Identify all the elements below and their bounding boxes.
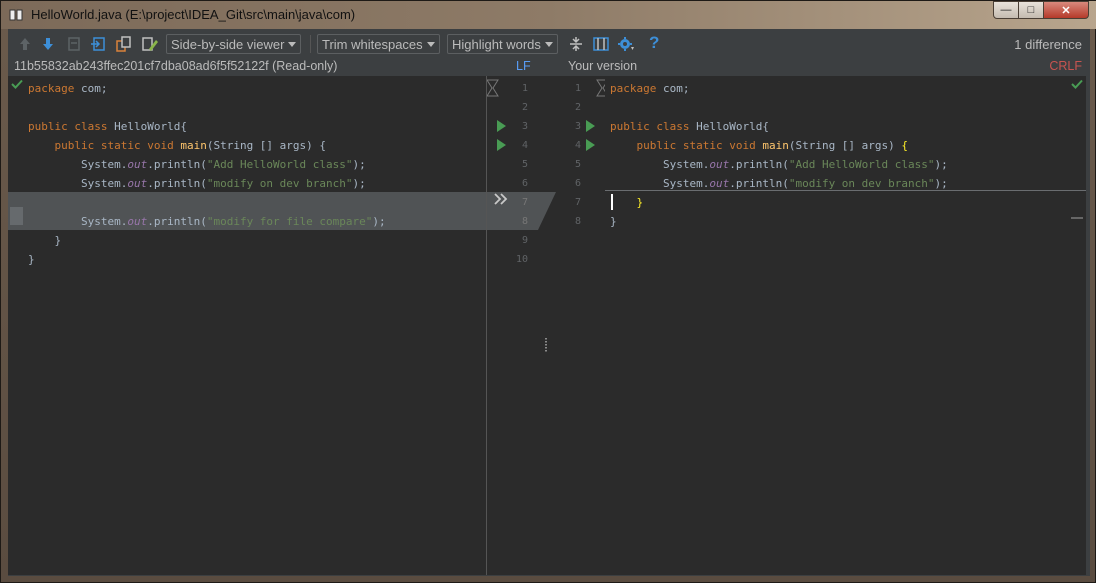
settings-gear-icon[interactable] — [617, 35, 635, 53]
edit-source-icon[interactable] — [141, 35, 159, 53]
code-line: System.out.println("Add HelloWorld class… — [610, 158, 948, 171]
left-line-number: 9 — [521, 235, 528, 246]
code-line: public static void main(String [] args) … — [610, 139, 909, 152]
text-caret — [611, 194, 613, 210]
code-line: } — [610, 215, 617, 228]
code-line: public static void main(String [] args) … — [28, 139, 327, 152]
code-line: System.out.println("modify on dev branch… — [610, 177, 948, 190]
sync-scroll-icon[interactable] — [592, 35, 610, 53]
status-strip — [8, 575, 1090, 576]
diff-gutter: 1 2 3 4 5 6 7 8 9 10 1 2 3 4 5 6 7 8 — [486, 76, 605, 575]
code-line: public class HelloWorld{ — [610, 120, 769, 133]
left-line-number: 1 — [521, 83, 528, 94]
code-line: } — [28, 234, 62, 247]
diff-app-icon — [9, 9, 23, 21]
left-line-number: 3 — [521, 121, 528, 132]
code-line: } — [610, 196, 644, 209]
right-line-number: 5 — [574, 159, 581, 170]
toolbar-separator — [310, 35, 311, 53]
right-line-separator[interactable]: CRLF — [1049, 59, 1082, 76]
apply-change-icon[interactable] — [497, 120, 506, 132]
scroll-marker — [1071, 217, 1083, 219]
apply-change-icon[interactable] — [497, 139, 506, 151]
apply-chevron-icon[interactable] — [494, 193, 508, 205]
left-revision-label: 11b55832ab243ffec201cf7dba08ad6f5f52122f… — [14, 59, 338, 73]
arrow-up-icon[interactable] — [16, 35, 34, 53]
title-bar[interactable]: HelloWorld.java (E:\project\IDEA_Git\src… — [1, 1, 1096, 29]
apply-change-icon[interactable] — [586, 139, 595, 151]
prev-file-icon[interactable] — [65, 35, 83, 53]
help-icon[interactable]: ? — [649, 33, 667, 52]
right-line-number: 6 — [574, 178, 581, 189]
left-line-number: 8 — [521, 216, 528, 227]
arrow-down-icon[interactable] — [39, 35, 57, 53]
change-marker — [10, 207, 23, 225]
left-divider — [486, 76, 487, 575]
next-file-icon[interactable] — [89, 35, 107, 53]
right-line-number: 2 — [574, 102, 581, 113]
right-line-number: 1 — [574, 83, 581, 94]
left-line-number: 10 — [515, 254, 528, 265]
collapse-unchanged-icon[interactable] — [567, 35, 585, 53]
minimize-button[interactable]: — — [993, 1, 1019, 19]
right-line-number: 7 — [574, 197, 581, 208]
difference-count: 1 difference — [1014, 37, 1082, 52]
code-line: public class HelloWorld{ — [28, 120, 187, 133]
diff-toolbar: Side-by-side viewer Trim whitespaces Hig… — [8, 29, 1090, 59]
left-line-number: 6 — [521, 178, 528, 189]
viewer-mode-select[interactable]: Side-by-side viewer — [166, 34, 302, 54]
left-editor[interactable]: package com; public class HelloWorld{ pu… — [8, 76, 486, 575]
code-line: package com; — [610, 82, 690, 95]
close-button[interactable]: ✕ — [1043, 1, 1089, 19]
window-title: HelloWorld.java (E:\project\IDEA_Git\src… — [31, 7, 356, 22]
diff-panel: Side-by-side viewer Trim whitespaces Hig… — [8, 29, 1090, 576]
right-editor[interactable]: package com; public class HelloWorld{ pu… — [605, 76, 1086, 575]
left-line-number: 4 — [521, 140, 528, 151]
highlight-mode-select[interactable]: Highlight words — [447, 34, 558, 54]
right-line-number: 8 — [574, 216, 581, 227]
code-line: System.out.println("modify on dev branch… — [28, 177, 366, 190]
code-line: System.out.println("modify for file comp… — [28, 215, 386, 228]
left-line-number: 2 — [521, 102, 528, 113]
splitter-handle[interactable] — [544, 338, 548, 352]
left-line-number: 5 — [521, 159, 528, 170]
right-line-number: 3 — [574, 121, 581, 132]
check-icon — [11, 79, 23, 89]
maximize-button[interactable]: □ — [1018, 1, 1044, 19]
apply-change-icon[interactable] — [586, 120, 595, 132]
compare-files-icon[interactable] — [115, 35, 133, 53]
code-line: } — [28, 253, 35, 266]
code-line: package com; — [28, 82, 108, 95]
diff-window: HelloWorld.java (E:\project\IDEA_Git\src… — [0, 0, 1096, 583]
right-line-number: 4 — [574, 140, 581, 151]
check-icon — [1071, 79, 1083, 89]
whitespace-mode-select[interactable]: Trim whitespaces — [317, 34, 440, 54]
right-version-label: Your version — [568, 59, 638, 73]
code-line: System.out.println("Add HelloWorld class… — [28, 158, 366, 171]
left-line-separator[interactable]: LF — [516, 59, 531, 76]
